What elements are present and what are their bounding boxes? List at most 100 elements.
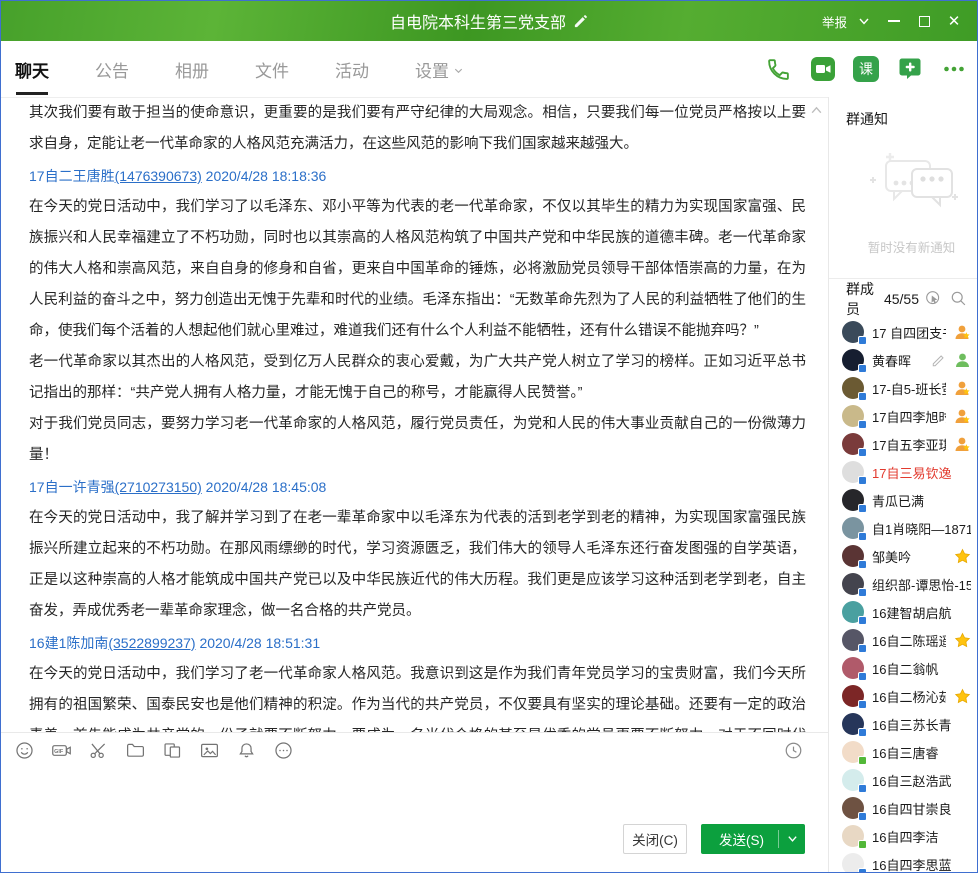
- window-title: 自电院本科生第三党支部: [390, 9, 566, 33]
- message-history[interactable]: 其次我们要有敢于担当的使命意识，更重要的是我们要有严守纪律的大局观念。相信，只要…: [1, 97, 828, 732]
- mobile-online-indicator: [858, 532, 867, 541]
- member-name: 17-自5-班长萤云: [872, 379, 946, 398]
- member-row[interactable]: 17自三易钦逸: [842, 458, 977, 486]
- message-time: 2020/4/28 18:45:08: [206, 479, 327, 495]
- member-row[interactable]: 16建智胡启航: [842, 598, 977, 626]
- more-icon[interactable]: [940, 56, 967, 83]
- member-name: 16自二翁帆: [872, 659, 971, 678]
- video-call-icon[interactable]: [809, 56, 836, 83]
- tab-settings-label: 设置: [415, 57, 449, 82]
- tab-activities[interactable]: 活动: [335, 57, 369, 82]
- member-row[interactable]: 16自四李洁: [842, 822, 977, 850]
- screenshot-scissors-icon[interactable]: [87, 740, 109, 762]
- sender-qq-link[interactable]: (2710273150): [115, 479, 202, 495]
- close-button[interactable]: ✕: [939, 1, 969, 41]
- avatar: [842, 321, 864, 343]
- titlebar-controls: 举报 ✕: [820, 1, 969, 41]
- member-row[interactable]: 组织部-谭思怡-1557: [842, 570, 977, 598]
- member-row[interactable]: 17自四李旭时: [842, 402, 977, 430]
- message-input[interactable]: [1, 768, 828, 817]
- member-name: 邹美吟: [872, 547, 946, 566]
- member-row[interactable]: 16自三赵浩武: [842, 766, 977, 794]
- report-dropdown-icon[interactable]: [849, 1, 879, 41]
- member-row[interactable]: 16自三唐睿: [842, 738, 977, 766]
- member-badge-icon: [954, 352, 971, 369]
- close-chat-button[interactable]: 关闭(C): [623, 824, 687, 854]
- sender-qq-link[interactable]: (3522899237): [108, 635, 195, 651]
- avatar: [842, 853, 864, 872]
- member-row[interactable]: 16自二翁帆: [842, 654, 977, 682]
- member-row[interactable]: 自1肖晓阳—187113: [842, 514, 977, 542]
- member-row[interactable]: 16自二陈瑶遥: [842, 626, 977, 654]
- message-text: 对于我们党员同志，要努力学习老一代革命家的人格风范，履行党员责任，为党和人民的伟…: [29, 409, 806, 471]
- tab-announcements[interactable]: 公告: [95, 57, 129, 82]
- member-row[interactable]: 16自二杨沁茹: [842, 682, 977, 710]
- member-row[interactable]: 17自五李亚琪: [842, 430, 977, 458]
- members-count: 45/55: [884, 291, 919, 307]
- chevron-down-icon: [453, 65, 464, 76]
- minimize-button[interactable]: [879, 1, 909, 41]
- group-notice-title: 群通知: [846, 109, 977, 129]
- tab-chat[interactable]: 聊天: [15, 57, 49, 82]
- send-options-icon[interactable]: [779, 833, 805, 844]
- avatar: [842, 601, 864, 623]
- pc-online-indicator: [858, 756, 867, 765]
- svg-text:GIF: GIF: [54, 749, 64, 755]
- message-history-clock-icon[interactable]: [782, 740, 804, 762]
- message-text: 其次我们要有敢于担当的使命意识，更重要的是我们要有严守纪律的大局观念。相信，只要…: [29, 98, 806, 160]
- emoji-icon[interactable]: [13, 740, 35, 762]
- avatar: [842, 517, 864, 539]
- member-name: 17 自四团支书刘: [872, 323, 946, 342]
- tabbar: 聊天 公告 相册 文件 活动 设置 课: [1, 41, 977, 97]
- member-row[interactable]: 17 自四团支书刘: [842, 318, 977, 346]
- bell-icon[interactable]: [235, 740, 257, 762]
- collapse-chat-icon[interactable]: [810, 104, 823, 117]
- mobile-online-indicator: [858, 700, 867, 709]
- sender-name[interactable]: 17自二王唐胜: [29, 168, 115, 184]
- mobile-online-indicator: [858, 812, 867, 821]
- member-row[interactable]: 16自四李思蓝: [842, 850, 977, 872]
- class-icon[interactable]: 课: [853, 56, 879, 82]
- chat-record-panels-icon[interactable]: [161, 740, 183, 762]
- image-icon[interactable]: [198, 740, 220, 762]
- invite-icon[interactable]: [925, 290, 942, 307]
- mobile-online-indicator: [858, 336, 867, 345]
- edit-title-icon[interactable]: [573, 14, 588, 29]
- tab-files[interactable]: 文件: [255, 57, 289, 82]
- send-button[interactable]: 发送(S): [701, 824, 805, 854]
- avatar: [842, 405, 864, 427]
- sender-qq-link[interactable]: (1476390673): [115, 168, 202, 184]
- more-tools-icon[interactable]: [272, 740, 294, 762]
- member-name: 黄春晖: [872, 351, 923, 370]
- gif-icon[interactable]: GIF: [50, 740, 72, 762]
- member-row[interactable]: 16自四甘崇良: [842, 794, 977, 822]
- star-badge-icon: [954, 688, 971, 705]
- member-row[interactable]: 邹美吟: [842, 542, 977, 570]
- search-icon[interactable]: [950, 290, 967, 307]
- composer-actions: 关闭(C) 发送(S): [1, 817, 828, 872]
- mobile-online-indicator: [858, 504, 867, 513]
- sender-name[interactable]: 17自一许青强: [29, 479, 115, 495]
- member-row[interactable]: 16自三苏长青: [842, 710, 977, 738]
- voice-call-icon[interactable]: [765, 56, 792, 83]
- sender-name[interactable]: 16建1陈加南: [29, 635, 108, 651]
- member-name: 青瓜已满: [872, 491, 971, 510]
- empty-notice-illustration: [856, 145, 968, 231]
- mobile-online-indicator: [858, 616, 867, 625]
- maximize-button[interactable]: [909, 1, 939, 41]
- edit-name-icon[interactable]: [931, 353, 946, 368]
- tab-settings[interactable]: 设置: [415, 57, 464, 82]
- member-row[interactable]: 黄春晖: [842, 346, 977, 374]
- mobile-online-indicator: [858, 364, 867, 373]
- file-folder-icon[interactable]: [124, 740, 146, 762]
- add-bubble-icon[interactable]: [896, 56, 923, 83]
- member-row[interactable]: 青瓜已满: [842, 486, 977, 514]
- admin-badge-icon: [954, 324, 971, 341]
- report-button[interactable]: 举报: [820, 12, 849, 31]
- member-list[interactable]: 17 自四团支书刘 黄春晖 17-自5-班长萤云 17自四李旭时: [829, 318, 977, 872]
- members-header: 群成员 45/55: [829, 278, 977, 318]
- member-row[interactable]: 17-自5-班长萤云: [842, 374, 977, 402]
- tab-albums[interactable]: 相册: [175, 57, 209, 82]
- mobile-online-indicator: [858, 784, 867, 793]
- avatar: [842, 489, 864, 511]
